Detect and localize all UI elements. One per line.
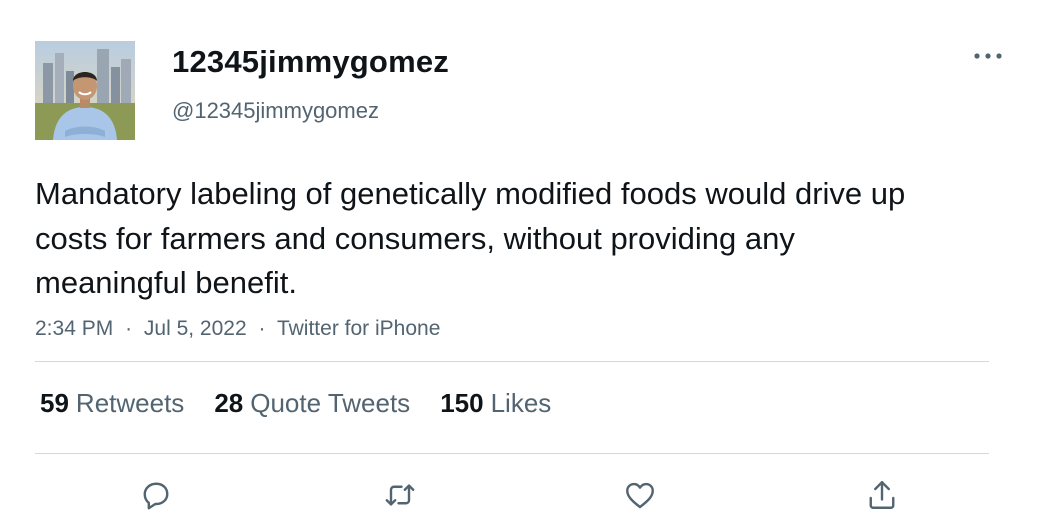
tweet-text: Mandatory labeling of genetically modifi… [35, 176, 906, 300]
retweets-stat[interactable]: 59 Retweets [40, 388, 184, 419]
divider [35, 453, 989, 454]
tweet-metadata: 2:34 PM · Jul 5, 2022 · Twitter for iPho… [35, 317, 440, 341]
share-icon [869, 481, 895, 509]
likes-stat[interactable]: 150 Likes [440, 388, 551, 419]
likes-count: 150 [440, 388, 484, 418]
heart-icon [626, 482, 654, 509]
retweets-label: Retweets [75, 388, 185, 418]
retweet-icon [385, 484, 415, 506]
likes-label: Likes [490, 388, 552, 418]
tweet-card: 12345jimmygomez @12345jimmygomez Mandato… [0, 0, 1050, 525]
tweet-source[interactable]: Twitter for iPhone [277, 317, 440, 340]
tweet-time[interactable]: 2:34 PM [35, 317, 113, 340]
author-display-name[interactable]: 12345jimmygomez [172, 44, 449, 80]
retweets-count: 59 [40, 388, 69, 418]
more-horizontal-icon [974, 53, 1002, 59]
divider [35, 361, 989, 362]
retweet-button[interactable] [380, 475, 420, 515]
share-button[interactable] [862, 475, 902, 515]
quote-tweets-count: 28 [214, 388, 244, 418]
tweet-date[interactable]: Jul 5, 2022 [144, 317, 247, 340]
meta-separator: · [258, 317, 266, 340]
quote-tweets-stat[interactable]: 28 Quote Tweets [214, 388, 410, 419]
tweet-stats: 59 Retweets 28 Quote Tweets 150 Likes [40, 388, 581, 419]
quote-tweets-label: Quote Tweets [250, 388, 411, 418]
avatar[interactable] [35, 41, 135, 140]
like-button[interactable] [620, 475, 660, 515]
meta-separator: · [125, 317, 133, 340]
reply-button[interactable] [136, 475, 176, 515]
more-options-button[interactable] [968, 44, 1008, 68]
reply-icon [143, 482, 169, 510]
author-handle[interactable]: @12345jimmygomez [172, 98, 379, 124]
